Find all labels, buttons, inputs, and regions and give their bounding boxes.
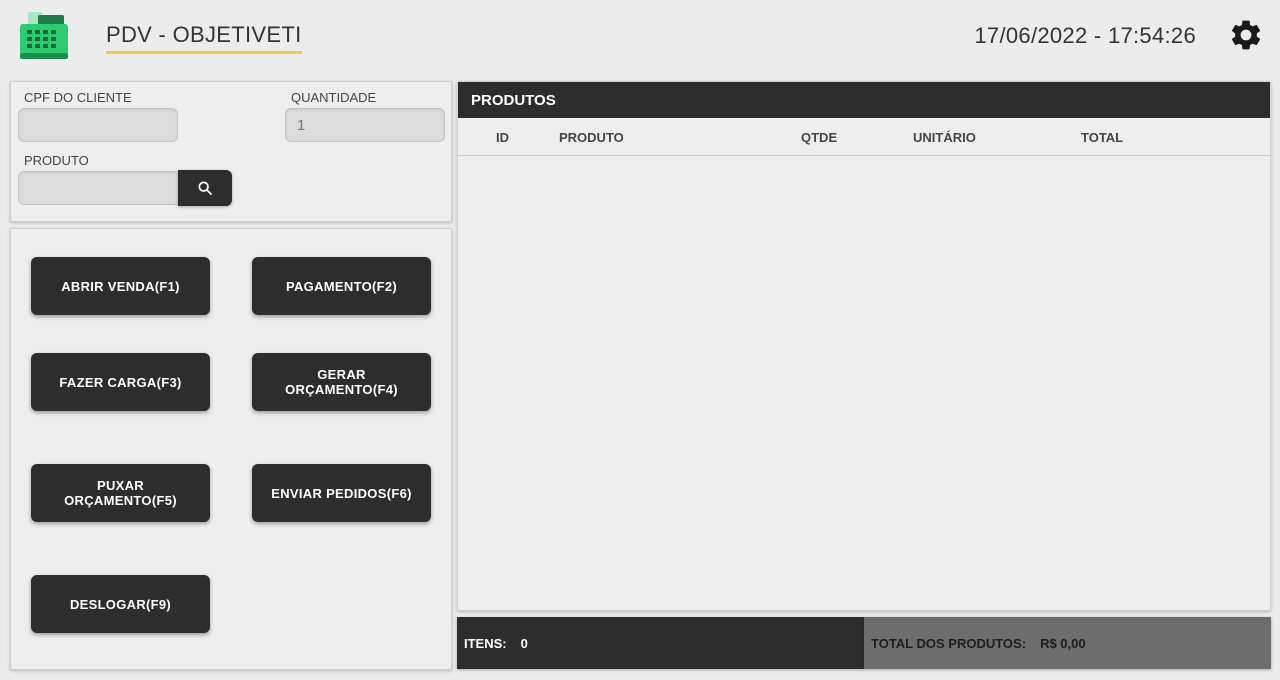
payment-button[interactable]: PAGAMENTO(F2) — [252, 257, 431, 315]
app-title: PDV - OBJETIVETI — [106, 22, 302, 54]
total-label: TOTAL DOS PRODUTOS: — [871, 635, 1027, 651]
items-count: 0 — [520, 635, 528, 651]
column-total: TOTAL — [1081, 130, 1124, 145]
product-search-input[interactable] — [18, 171, 180, 205]
client-form-panel: CPF DO CLIENTE QUANTIDADE PRODUTO — [10, 81, 452, 222]
products-title: PRODUTOS — [458, 82, 1270, 118]
actions-panel: ABRIR VENDA(F1) PAGAMENTO(F2) FAZER CARG… — [10, 228, 452, 670]
open-sale-button[interactable]: ABRIR VENDA(F1) — [31, 257, 210, 315]
total-value: R$ 0,00 — [1040, 635, 1086, 651]
pull-quote-button[interactable]: PUXAR ORÇAMENTO(F5) — [31, 464, 210, 522]
search-button[interactable] — [178, 170, 232, 206]
quantity-label: QUANTIDADE — [291, 90, 377, 105]
cash-register-icon — [18, 12, 70, 60]
products-table-header: ID PRODUTO QTDE UNITÁRIO TOTAL — [458, 118, 1270, 156]
generate-quote-button[interactable]: GERAR ORÇAMENTO(F4) — [252, 353, 431, 411]
search-icon — [198, 181, 212, 195]
column-quantity: QTDE — [801, 130, 838, 145]
column-id: ID — [496, 130, 509, 145]
gear-icon[interactable] — [1228, 17, 1264, 53]
items-summary: ITENS: 0 — [457, 617, 864, 669]
column-product: PRODUTO — [559, 130, 624, 145]
cpf-input[interactable] — [18, 108, 178, 142]
product-label: PRODUTO — [24, 153, 89, 168]
quantity-input[interactable] — [285, 108, 445, 142]
datetime-display: 17/06/2022 - 17:54:26 — [974, 23, 1196, 48]
products-panel: PRODUTOS ID PRODUTO QTDE UNITÁRIO TOTAL — [457, 81, 1271, 611]
items-label: ITENS: — [464, 635, 507, 651]
cpf-label: CPF DO CLIENTE — [24, 90, 132, 105]
column-unit-price: UNITÁRIO — [913, 130, 976, 145]
total-summary: TOTAL DOS PRODUTOS: R$ 0,00 — [864, 617, 1271, 669]
load-button[interactable]: FAZER CARGA(F3) — [31, 353, 210, 411]
send-orders-button[interactable]: ENVIAR PEDIDOS(F6) — [252, 464, 431, 522]
logout-button[interactable]: DESLOGAR(F9) — [31, 575, 210, 633]
